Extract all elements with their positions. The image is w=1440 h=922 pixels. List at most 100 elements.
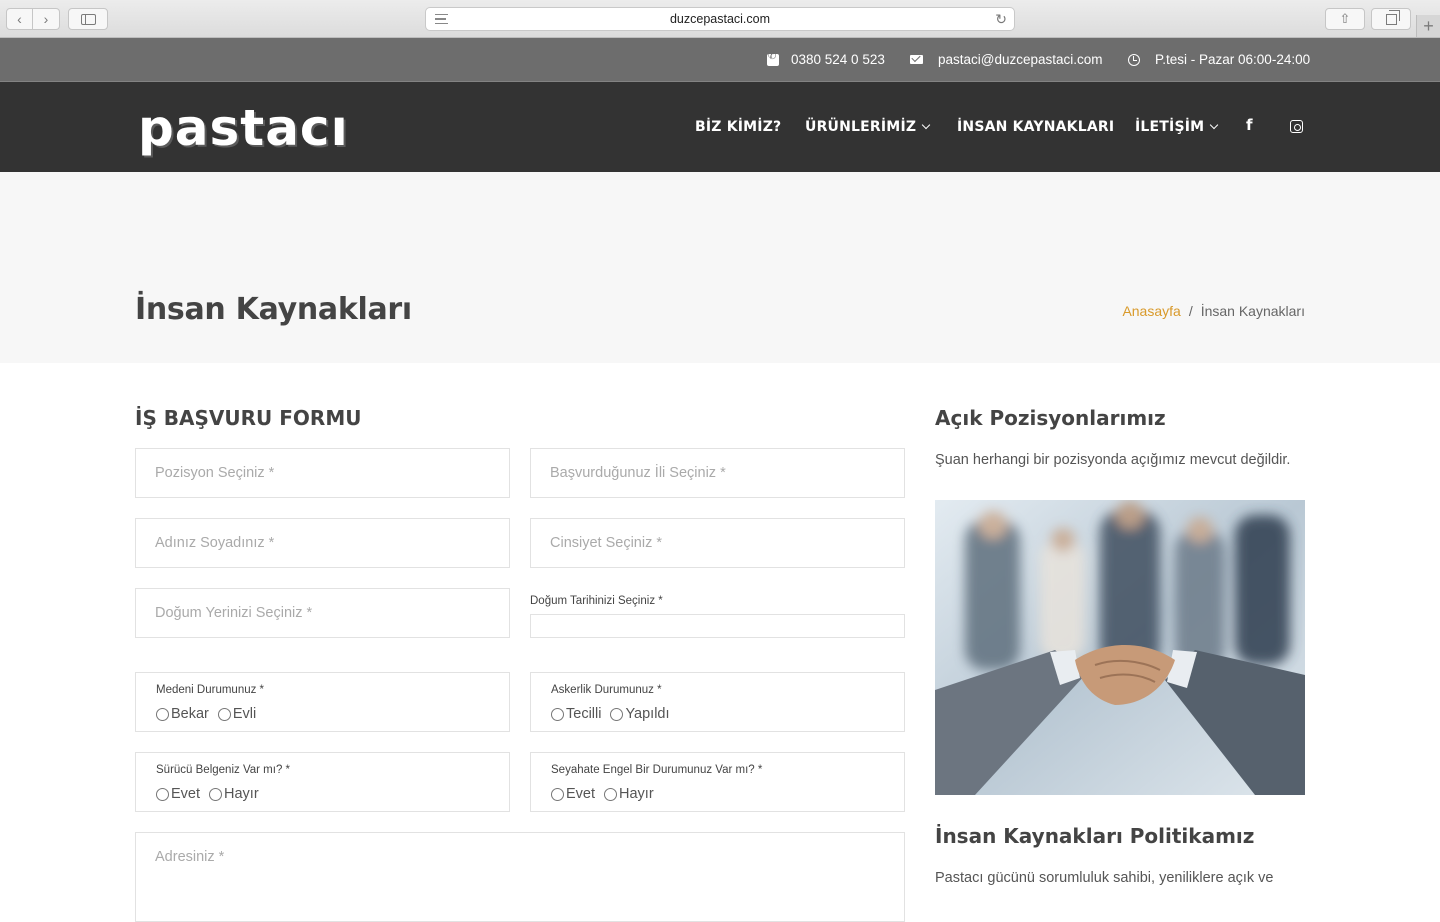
- nav-label: BİZ KİMİZ?: [695, 119, 782, 135]
- email-info: pastaci@duzcepastaci.com: [910, 52, 1103, 67]
- city-select[interactable]: Başvurduğunuz İli Seçiniz *: [530, 448, 905, 498]
- travel-restriction-label: Seyahate Engel Bir Durumunuz Var mı? *: [551, 764, 763, 776]
- page-title: İnsan Kaynakları: [135, 292, 412, 327]
- military-option-deferred[interactable]: Tecilli: [551, 706, 601, 722]
- option-label: Evet: [171, 786, 201, 802]
- driving-license-label: Sürücü Belgeniz Var mı? *: [156, 764, 291, 776]
- birthdate-label: Doğum Tarihinizi Seçiniz *: [530, 595, 663, 607]
- site-logo[interactable]: pastacı: [138, 99, 349, 157]
- new-tab-button[interactable]: +: [1416, 15, 1440, 37]
- reader-icon[interactable]: [435, 14, 448, 24]
- plus-icon: +: [1423, 16, 1434, 36]
- name-placeholder: Adınız Soyadınız *: [155, 535, 275, 551]
- chevron-down-icon: [921, 120, 931, 130]
- birthdate-input[interactable]: [530, 614, 905, 638]
- marital-option-single[interactable]: Bekar: [156, 706, 209, 722]
- option-label: Hayır: [224, 786, 259, 802]
- radio-button[interactable]: [604, 787, 618, 801]
- driving-license-group: Sürücü Belgeniz Var mı? * Evet Hayır: [135, 752, 510, 812]
- instagram-icon[interactable]: [1290, 120, 1303, 133]
- address-textarea[interactable]: Adresiniz *: [135, 832, 905, 922]
- open-positions-title: Açık Pozisyonlarımız: [935, 406, 1166, 430]
- military-status-group: Askerlik Durumunuz * Tecilli Yapıldı: [530, 672, 905, 732]
- position-placeholder: Pozisyon Seçiniz *: [155, 465, 275, 481]
- marital-status-group: Medeni Durumunuz * Bekar Evli: [135, 672, 510, 732]
- travel-option-no[interactable]: Hayır: [604, 786, 654, 802]
- back-button[interactable]: ‹: [6, 8, 33, 30]
- option-label: Evet: [566, 786, 596, 802]
- travel-option-yes[interactable]: Evet: [551, 786, 595, 802]
- opening-hours: P.tesi - Pazar 06:00-24:00: [1155, 52, 1311, 67]
- name-input[interactable]: Adınız Soyadınız *: [135, 518, 510, 568]
- reload-icon[interactable]: ↻: [995, 11, 1007, 28]
- option-label: Tecilli: [566, 706, 602, 722]
- military-status-label: Askerlik Durumunuz *: [551, 684, 662, 696]
- email-address[interactable]: pastaci@duzcepastaci.com: [938, 52, 1103, 67]
- handshake-image: [935, 500, 1305, 795]
- birthplace-select[interactable]: Doğum Yerinizi Seçiniz *: [135, 588, 510, 638]
- share-icon: ⇧: [1339, 11, 1351, 26]
- chevron-right-icon: ›: [43, 11, 49, 27]
- history-nav: ‹ ›: [6, 8, 60, 30]
- option-label: Evli: [232, 706, 257, 722]
- position-select[interactable]: Pozisyon Seçiniz *: [135, 448, 510, 498]
- sidebar-icon: [80, 13, 96, 25]
- phone-info: 0380 524 0 523: [767, 51, 885, 67]
- site-header: pastacı BİZ KİMİZ? ÜRÜNLERİMİZ İNSAN KAY…: [0, 82, 1440, 172]
- radio-button[interactable]: [209, 787, 223, 801]
- nav-label: ÜRÜNLERİMİZ: [805, 119, 917, 135]
- nav-item-iletisim[interactable]: İLETİŞİM: [1135, 119, 1219, 135]
- city-placeholder: Başvurduğunuz İli Seçiniz *: [550, 465, 726, 481]
- travel-restriction-group: Seyahate Engel Bir Durumunuz Var mı? * E…: [530, 752, 905, 812]
- contact-bar: 0380 524 0 523 pastaci@duzcepastaci.com …: [0, 38, 1440, 82]
- hr-policy-title: İnsan Kaynakları Politikamız: [935, 824, 1255, 848]
- marital-option-married[interactable]: Evli: [217, 706, 257, 722]
- phone-icon: [767, 51, 779, 66]
- option-label: Yapıldı: [625, 706, 670, 722]
- radio-button[interactable]: [156, 707, 169, 721]
- license-option-yes[interactable]: Evet: [156, 786, 200, 802]
- address-placeholder: Adresiniz *: [155, 849, 225, 865]
- nav-label: İLETİŞİM: [1135, 119, 1205, 135]
- phone-number[interactable]: 0380 524 0 523: [791, 52, 885, 67]
- radio-button[interactable]: [217, 707, 231, 721]
- page-title-band: İnsan Kaynakları Anasayfa / İnsan Kaynakla…: [0, 172, 1440, 363]
- show-tabs-button[interactable]: [1371, 8, 1411, 30]
- breadcrumb-current: İnsan Kaynakları: [1200, 303, 1305, 319]
- hours-info: P.tesi - Pazar 06:00-24:00: [1128, 52, 1310, 67]
- radio-button[interactable]: [551, 787, 564, 801]
- military-option-done[interactable]: Yapıldı: [610, 706, 670, 722]
- envelope-icon: [910, 55, 923, 64]
- nav-label: İNSAN KAYNAKLARI: [957, 119, 1115, 135]
- clock-icon: [1128, 53, 1140, 66]
- chevron-left-icon: ‹: [17, 11, 22, 27]
- radio-button[interactable]: [156, 787, 169, 801]
- forward-button[interactable]: ›: [33, 8, 60, 30]
- tabs-icon: [1385, 9, 1400, 25]
- gender-select[interactable]: Cinsiyet Seçiniz *: [530, 518, 905, 568]
- open-positions-text: Şuan herhangi bir pozisyonda açığımız me…: [935, 452, 1291, 468]
- gender-placeholder: Cinsiyet Seçiniz *: [550, 535, 663, 551]
- breadcrumb-home-link[interactable]: Anasayfa: [1122, 303, 1180, 319]
- url-text: duzcepastaci.com: [669, 12, 771, 26]
- share-button[interactable]: ⇧: [1325, 8, 1365, 30]
- radio-button[interactable]: [551, 707, 564, 721]
- marital-status-label: Medeni Durumunuz *: [156, 684, 265, 696]
- facebook-icon[interactable]: f: [1246, 116, 1253, 134]
- address-bar[interactable]: duzcepastaci.com ↻: [425, 7, 1015, 31]
- license-option-no[interactable]: Hayır: [209, 786, 259, 802]
- breadcrumb: Anasayfa / İnsan Kaynakları: [1122, 303, 1305, 319]
- nav-item-biz-kimiz[interactable]: BİZ KİMİZ?: [695, 119, 781, 135]
- hr-policy-text: Pastacı gücünü sorumluluk sahibi, yenili…: [935, 870, 1274, 886]
- nav-item-urunlerimiz[interactable]: ÜRÜNLERİMİZ: [805, 119, 931, 135]
- browser-toolbar: ‹ › duzcepastaci.com ↻ ⇧ +: [0, 0, 1440, 38]
- form-title: İŞ BAŞVURU FORMU: [135, 406, 362, 430]
- breadcrumb-separator: /: [1188, 303, 1193, 319]
- radio-button[interactable]: [610, 707, 624, 721]
- sidebar-toggle-button[interactable]: [68, 8, 108, 30]
- option-label: Bekar: [171, 706, 209, 722]
- handshake-illustration: [935, 500, 1305, 795]
- birthplace-placeholder: Doğum Yerinizi Seçiniz *: [155, 605, 313, 621]
- nav-item-insan-kaynaklari[interactable]: İNSAN KAYNAKLARI: [957, 119, 1114, 135]
- option-label: Hayır: [619, 786, 654, 802]
